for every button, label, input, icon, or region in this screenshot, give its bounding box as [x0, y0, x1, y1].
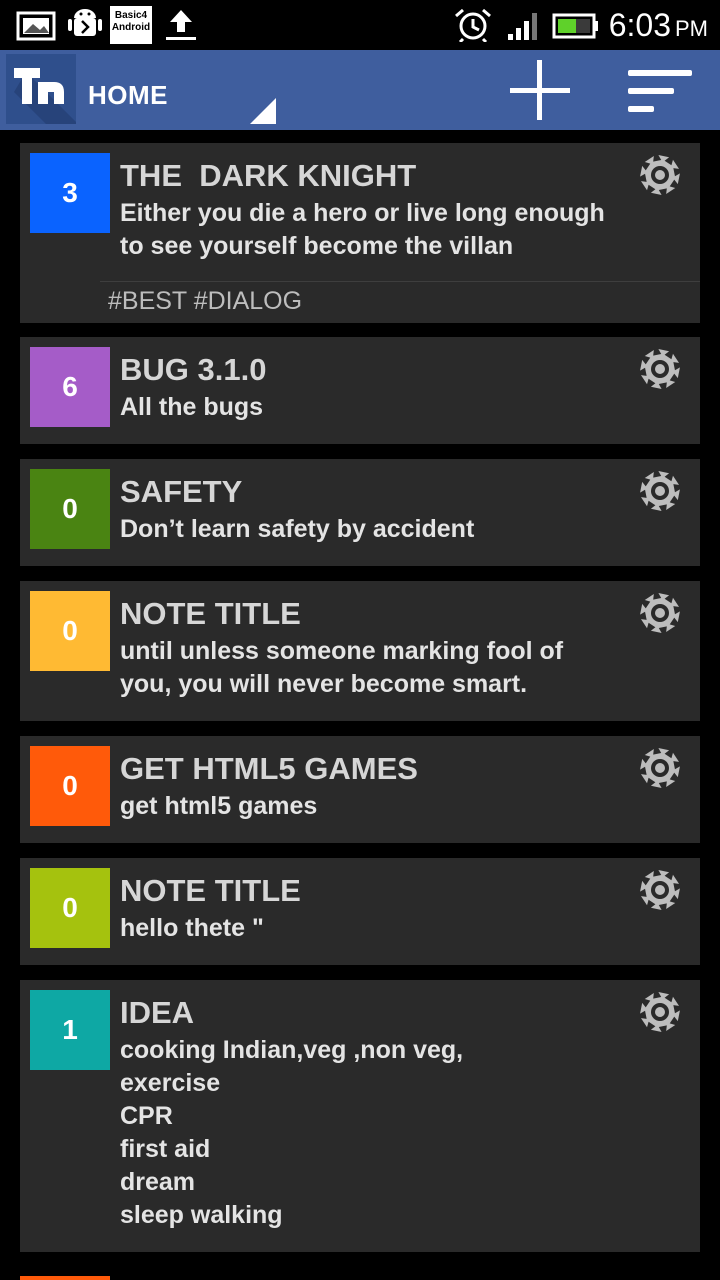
note-body: until unless someone marking fool of you… [120, 637, 564, 698]
signal-icon [508, 13, 537, 40]
image-icon [16, 11, 56, 41]
note-body: Don’t learn safety by accident [120, 515, 475, 543]
note-card[interactable]: 1 IDEA cooking Indian,veg ,non veg, exer… [20, 980, 700, 1252]
status-bar: Basic4 Android 6:03 PM [0, 0, 720, 50]
gear-icon[interactable] [638, 746, 682, 790]
sort-icon[interactable] [622, 64, 698, 120]
gear-icon[interactable] [638, 153, 682, 197]
basic4android-icon: Basic4 Android [110, 6, 152, 44]
plus-icon[interactable] [504, 56, 576, 124]
note-title: NOTE TITLE [120, 596, 301, 631]
note-body: cooking Indian,veg ,non veg, exercise CP… [120, 1036, 464, 1229]
dropdown-indicator-icon[interactable] [250, 98, 276, 124]
clock: 6:03 PM [608, 7, 708, 43]
note-count-badge: 1 [30, 990, 110, 1070]
gear-icon[interactable] [638, 591, 682, 635]
alarm-icon [455, 8, 491, 42]
note-count-badge: 0 [30, 469, 110, 549]
battery-icon [552, 13, 598, 39]
note-card[interactable]: 0 SAFETY Don’t learn safety by accident [20, 459, 700, 566]
note-count-badge: 0 [30, 591, 110, 671]
gear-icon[interactable] [638, 469, 682, 513]
note-body: hello thete " [120, 914, 264, 942]
note-title: GET HTML5 GAMES [120, 751, 418, 786]
note-card[interactable]: 0 NOTE TITLE hello thete " [20, 858, 700, 965]
note-count-badge: 3 [30, 153, 110, 233]
gear-icon[interactable] [638, 347, 682, 391]
app-logo[interactable] [6, 54, 76, 124]
note-card[interactable]: 0 GET HTML5 GAMES get html5 games [20, 736, 700, 843]
gear-icon[interactable] [638, 868, 682, 912]
notes-list: 3 THE DARK KNIGHT Either you die a hero … [0, 130, 720, 1280]
note-title: BUG 3.1.0 [120, 352, 267, 387]
note-body: Either you die a hero or live long enoug… [120, 199, 605, 260]
action-bar: HOME [0, 50, 720, 130]
note-title: SAFETY [120, 474, 243, 509]
note-card[interactable]: 6 BUG 3.1.0 All the bugs [20, 337, 700, 444]
gear-icon[interactable] [638, 990, 682, 1034]
note-count-badge: 0 [30, 746, 110, 826]
note-count-badge: 6 [30, 347, 110, 427]
note-title: THE DARK KNIGHT [120, 158, 417, 193]
note-title: IDEA [120, 995, 195, 1030]
note-body: All the bugs [120, 393, 264, 421]
note-count-badge: 0 [30, 868, 110, 948]
note-card[interactable]: 0 NOTE TITLE until unless someone markin… [20, 581, 700, 721]
note-card[interactable]: 3 THE DARK KNIGHT Either you die a hero … [20, 143, 700, 323]
note-tags[interactable]: #BEST #DIALOG [108, 286, 302, 316]
note-body: get html5 games [120, 792, 318, 820]
app-logo-icon [14, 68, 76, 124]
note-title: NOTE TITLE [120, 873, 301, 908]
screen-title[interactable]: HOME [88, 80, 168, 111]
android-debug-icon [68, 9, 102, 36]
upload-icon [166, 10, 196, 40]
divider [100, 281, 700, 282]
next-note-badge-partial [20, 1276, 110, 1280]
